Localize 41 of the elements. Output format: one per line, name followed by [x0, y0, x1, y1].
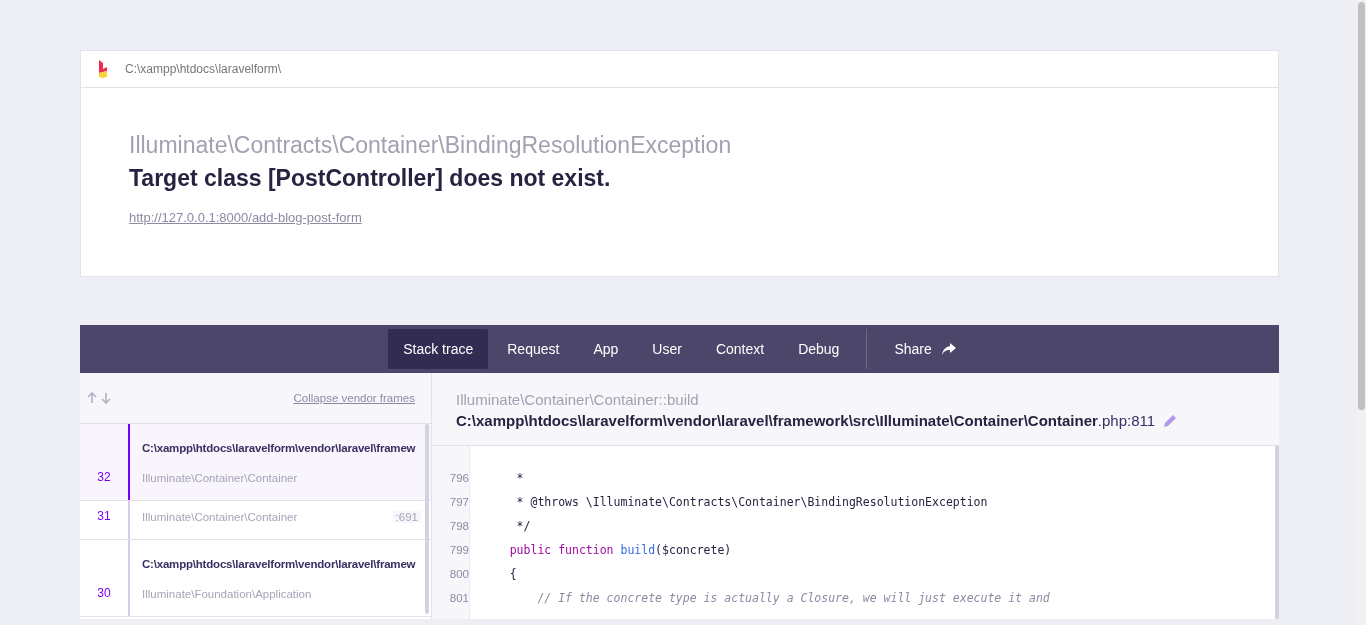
code-line: // If the concrete type is actually a Closure, we will just execute it and — [536, 590, 1051, 607]
pencil-icon[interactable] — [1163, 413, 1178, 428]
file-path: C:\xampp\htdocs\laravelform\vendor\laravel\framework\src\Illuminate\Container\Container.php:811 — [456, 412, 1156, 429]
code-line: * @throws \Illuminate\Contracts\Container\BindingResolutionException — [515, 494, 989, 511]
frames-scrollbar[interactable] — [425, 424, 429, 614]
exception-class: Illuminate\Contracts\Container\BindingResolutionException — [129, 132, 733, 159]
frame-number: 30 — [96, 585, 112, 602]
line-number: 799 — [448, 543, 469, 558]
stack-frame[interactable]: 32 C:\xampp\htdocs\laravelform\vendor\laravel\framew Illuminate\Container\Container — [80, 424, 431, 501]
frame-class: Illuminate\Foundation\Application — [142, 588, 312, 600]
tab[interactable]: Debug — [783, 329, 855, 369]
tab[interactable]: User — [637, 329, 697, 369]
sort-arrows-icon[interactable] — [86, 392, 112, 404]
page-scrollbar[interactable] — [1357, 0, 1366, 625]
line-number: 800 — [448, 567, 469, 582]
line-number: 796 — [448, 471, 469, 486]
code-line: */ — [515, 518, 532, 535]
frame-class: Illuminate\Container\Container — [142, 472, 298, 484]
project-path: C:\xampp\htdocs\laravelform\ — [125, 62, 282, 76]
frame-file-path: C:\xampp\htdocs\laravelform\vendor\laravel\framew — [142, 558, 417, 570]
code-line: * — [515, 470, 525, 487]
share-icon — [941, 343, 956, 355]
frame-line-number: :691 — [392, 511, 421, 523]
code-line: public function build($concrete) — [508, 542, 733, 559]
line-number: 797 — [448, 495, 469, 510]
method-name: Illuminate\Container\Container::build — [456, 391, 700, 408]
share-button[interactable]: Share — [879, 329, 971, 369]
frame-number: 31 — [96, 508, 112, 525]
frame-number: 32 — [96, 469, 112, 486]
code-line: { — [508, 566, 518, 583]
error-message: Target class [PostController] does not exist. — [129, 165, 612, 192]
request-url-link[interactable]: http://127.0.0.1:8000/add-blog-post-form — [129, 210, 362, 225]
tab[interactable]: Stack trace — [388, 329, 489, 369]
frame-class: Illuminate\Container\Container — [142, 511, 298, 523]
line-number: 801 — [448, 591, 469, 606]
tab[interactable]: Request — [492, 329, 575, 369]
line-number: 798 — [448, 519, 469, 534]
frame-file-path: C:\xampp\htdocs\laravelform\vendor\laravel\framew — [142, 442, 417, 454]
tab[interactable]: App — [578, 329, 634, 369]
tab[interactable]: Context — [700, 329, 780, 369]
logo-icon — [97, 59, 109, 79]
